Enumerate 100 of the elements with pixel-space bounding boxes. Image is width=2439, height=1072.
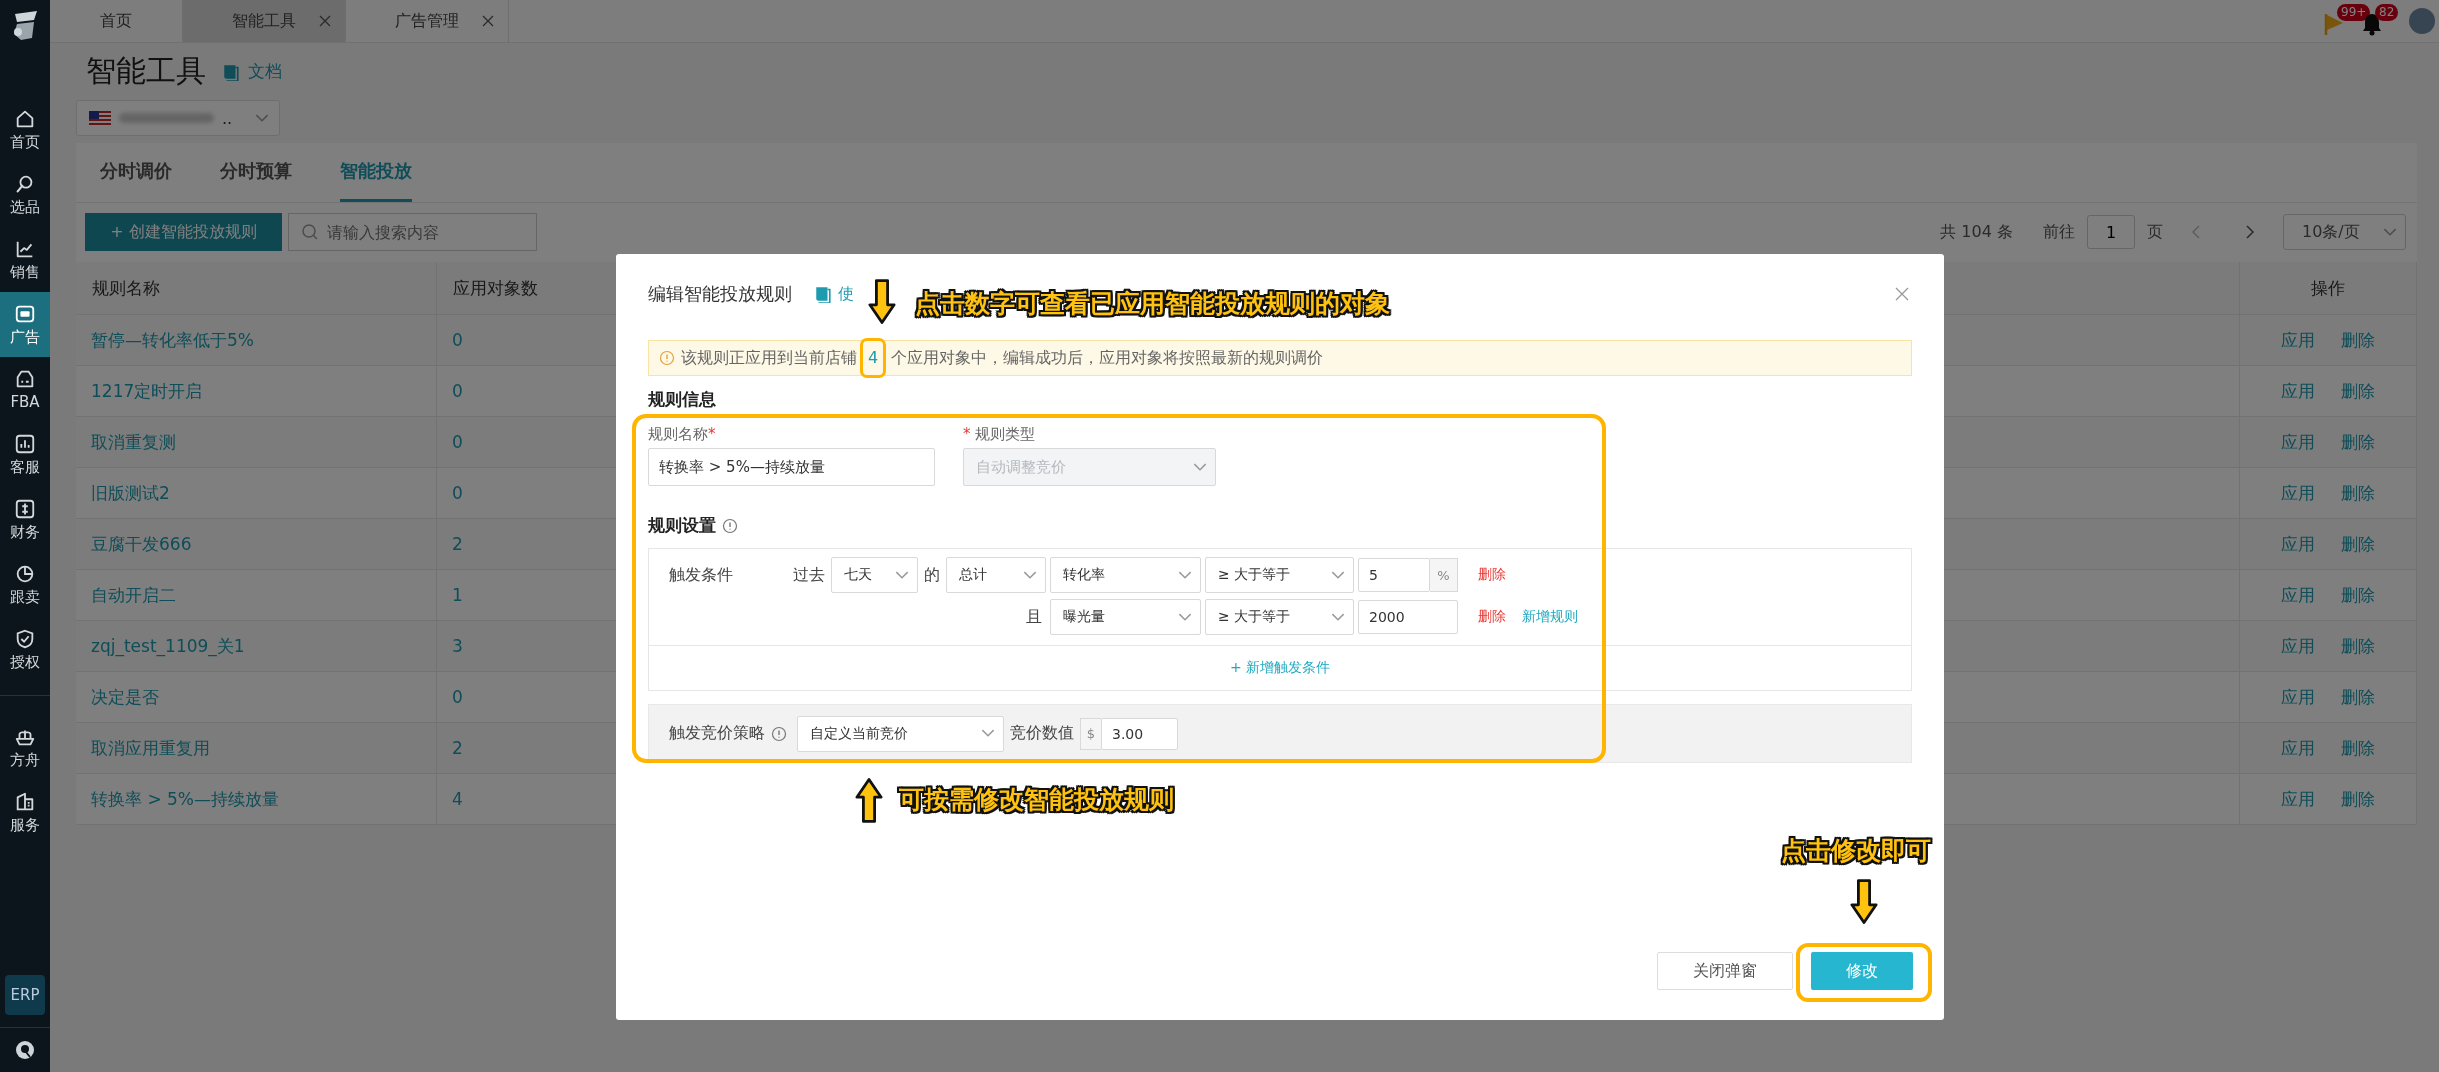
action-link[interactable]: 应用 — [2281, 736, 2315, 760]
add-condition-link[interactable]: + 新增触发条件 — [1229, 659, 1331, 677]
close-icon[interactable] — [1894, 286, 1910, 302]
delete-link[interactable]: 删除 — [1478, 566, 1506, 584]
search-input[interactable]: 请输入搜索内容 — [327, 222, 517, 242]
count-link[interactable]: 0 — [452, 687, 463, 707]
close-icon[interactable] — [482, 15, 494, 27]
action-link[interactable]: 删除 — [2341, 532, 2375, 556]
action-link[interactable]: 删除 — [2341, 634, 2375, 658]
rule-name-link[interactable]: 暂停—转化率低于5% — [91, 328, 254, 352]
action-link[interactable]: 应用 — [2281, 328, 2315, 352]
page-size-select[interactable]: 10条/页 — [2283, 214, 2406, 250]
section-title: 规则设置 — [648, 514, 716, 537]
value-field[interactable]: 5 — [1358, 558, 1430, 592]
rule-name-link[interactable]: 决定是否 — [91, 685, 159, 709]
avatar[interactable] — [2409, 8, 2435, 34]
chevron-right-icon[interactable] — [2245, 224, 2255, 240]
sidebar-item[interactable]: 客服 — [0, 422, 50, 487]
shield-icon — [14, 627, 36, 650]
action-link[interactable]: 应用 — [2281, 787, 2315, 811]
delete-link[interactable]: 删除 — [1478, 608, 1506, 626]
close-icon[interactable] — [319, 15, 331, 27]
action-link[interactable]: 删除 — [2341, 787, 2375, 811]
count-link[interactable]: 2 — [452, 738, 463, 758]
sidebar-item[interactable]: 服务 — [0, 780, 50, 845]
amount-field[interactable]: 3.00 — [1101, 717, 1178, 750]
count-link[interactable]: 0 — [452, 483, 463, 503]
rule-name-link[interactable]: zqj_test_1109_关1 — [91, 634, 245, 658]
close-dialog-button[interactable]: 关闭弹窗 — [1657, 952, 1793, 990]
page-tab[interactable]: 智能工具 — [183, 0, 346, 42]
count-link[interactable]: 0 — [452, 381, 463, 401]
action-link[interactable]: 删除 — [2341, 430, 2375, 454]
doc-link[interactable]: 文档 — [222, 60, 282, 83]
chevron-down-icon — [2383, 227, 2397, 237]
action-link[interactable]: 删除 — [2341, 685, 2375, 709]
sidebar-item[interactable]: 授权 — [0, 617, 50, 682]
column-header: 规则名称 — [76, 262, 437, 315]
chevron-down-icon — [1178, 612, 1192, 622]
rule-name-link[interactable]: 1217定时开启 — [91, 379, 203, 403]
sidebar-item[interactable]: 销售 — [0, 227, 50, 292]
value-field[interactable]: 2000 — [1358, 600, 1458, 634]
action-link[interactable]: 应用 — [2281, 583, 2315, 607]
arrow-icon — [1850, 878, 1878, 926]
aggregate-select[interactable]: 总计 — [946, 557, 1046, 593]
rule-name-field[interactable]: 转换率 > 5%—持续放量 — [648, 448, 935, 486]
sidebar-item[interactable]: 财务 — [0, 487, 50, 552]
search-field[interactable]: 请输入搜索内容 — [288, 213, 537, 251]
rule-name-link[interactable]: 取消重复测 — [91, 430, 176, 454]
field-label: * 规则类型 — [963, 425, 1037, 444]
page-tab[interactable]: 广告管理 — [346, 0, 509, 42]
add-rule-link[interactable]: 新增规则 — [1522, 608, 1578, 626]
count-link[interactable]: 0 — [452, 432, 463, 452]
metric-select[interactable]: 曝光量 — [1050, 599, 1201, 635]
sidebar-item[interactable]: 方舟 — [0, 715, 50, 780]
sidebar-item[interactable]: 首页 — [0, 97, 50, 162]
action-link[interactable]: 应用 — [2281, 685, 2315, 709]
metric-select[interactable]: 转化率 — [1050, 557, 1201, 593]
count-link[interactable]: 3 — [452, 636, 463, 656]
create-rule-button[interactable]: + 创建智能投放规则 — [85, 213, 282, 251]
count-badge: 99+ — [2337, 4, 2371, 21]
tab[interactable]: 智能投放 — [340, 143, 412, 202]
action-link[interactable]: 删除 — [2341, 481, 2375, 505]
annotation-text: 点击数字可查看已应用智能投放规则的对象 — [915, 288, 1390, 320]
strategy-select[interactable]: 自定义当前竞价 — [797, 715, 1004, 752]
count-link[interactable]: 0 — [452, 330, 463, 350]
sidebar-item[interactable]: 选品 — [0, 162, 50, 227]
action-link[interactable]: 应用 — [2281, 379, 2315, 403]
action-link[interactable]: 应用 — [2281, 532, 2315, 556]
action-link[interactable]: 删除 — [2341, 736, 2375, 760]
count-link[interactable]: 1 — [452, 585, 463, 605]
store-select[interactable]: .. — [76, 100, 280, 136]
action-link[interactable]: 应用 — [2281, 481, 2315, 505]
action-link[interactable]: 删除 — [2341, 583, 2375, 607]
rule-name-link[interactable]: 豆腐干发666 — [91, 532, 192, 556]
annotation-text: 点击修改即可 — [1781, 835, 1931, 867]
sidebar-item[interactable]: 广告 — [0, 292, 50, 357]
tab[interactable]: 分时预算 — [220, 143, 292, 202]
operator-select[interactable]: ≥ 大于等于 — [1205, 599, 1354, 635]
chat-icon[interactable] — [13, 1038, 37, 1062]
action-link[interactable]: 应用 — [2281, 634, 2315, 658]
count-link[interactable]: 2 — [452, 534, 463, 554]
operator-select[interactable]: ≥ 大于等于 — [1205, 557, 1354, 593]
count-link[interactable]: 4 — [860, 338, 887, 378]
help-link[interactable]: 使 — [814, 283, 854, 305]
page-input[interactable]: 1 — [2087, 215, 2135, 249]
save-button[interactable]: 修改 — [1811, 952, 1913, 990]
rule-name-link[interactable]: 取消应用重复用 — [91, 736, 210, 760]
erp-button[interactable]: ERP — [5, 975, 45, 1015]
period-select[interactable]: 七天 — [831, 557, 918, 593]
count-link[interactable]: 4 — [452, 789, 463, 809]
action-link[interactable]: 删除 — [2341, 328, 2375, 352]
sidebar-item[interactable]: FBA — [0, 357, 50, 422]
rule-name-link[interactable]: 转换率 > 5%—持续放量 — [91, 787, 280, 811]
rule-name-link[interactable]: 旧版测试2 — [91, 481, 170, 505]
action-link[interactable]: 应用 — [2281, 430, 2315, 454]
rule-name-link[interactable]: 自动开启二 — [91, 583, 176, 607]
field-label: 规则名称* — [648, 425, 717, 444]
sidebar-item[interactable]: 跟卖 — [0, 552, 50, 617]
tab[interactable]: 分时调价 — [100, 143, 172, 202]
action-link[interactable]: 删除 — [2341, 379, 2375, 403]
